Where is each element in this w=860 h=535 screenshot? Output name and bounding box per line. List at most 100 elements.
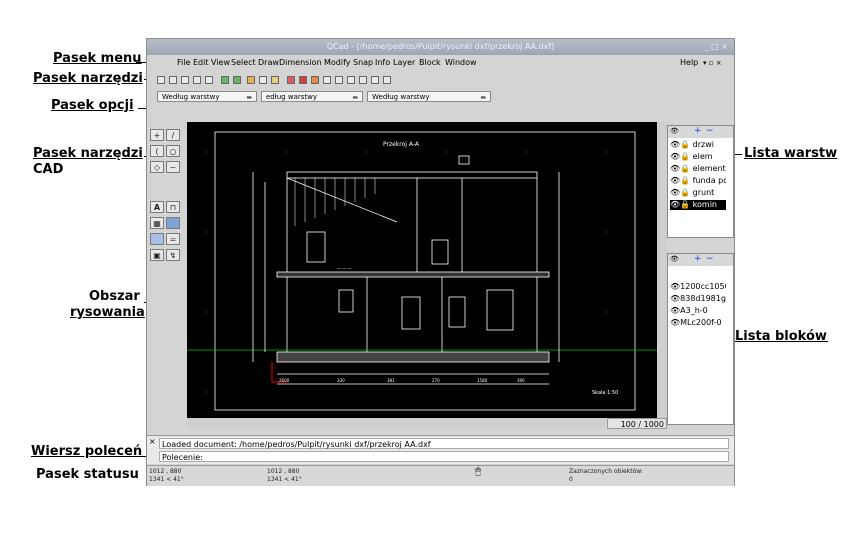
paste-icon[interactable]: [271, 76, 279, 84]
width-combo[interactable]: edług warstwy ▬: [261, 91, 363, 102]
zoom-window-icon[interactable]: [371, 76, 379, 84]
arcs-tool-icon[interactable]: (: [150, 145, 164, 157]
zoom-pan-icon[interactable]: [383, 76, 391, 84]
dim-label: 381: [387, 378, 395, 383]
layer-item[interactable]: 👁🔒 element:: [670, 164, 726, 174]
layer-item[interactable]: 👁🔒 funda po: [670, 176, 726, 186]
window-title: QCad - [/home/pedros/Pulpit/rysunki dxf/…: [326, 42, 555, 51]
zoom-auto-icon[interactable]: [347, 76, 355, 84]
text-tool-icon[interactable]: A: [150, 201, 164, 213]
annotation-status-bar: Pasek statusu: [36, 467, 139, 482]
dim-label: 330: [337, 378, 345, 383]
menu-dimension[interactable]: Dimension: [279, 55, 322, 71]
block-item[interactable]: 👁1200cc1050-0: [670, 282, 726, 292]
layer-item[interactable]: 👁🔒 elem: [670, 152, 726, 162]
menu-view[interactable]: View: [211, 55, 230, 71]
mdi-controls[interactable]: ▾ ▫ ×: [703, 55, 722, 71]
add-layer-icon[interactable]: +: [694, 126, 702, 136]
block-item[interactable]: 👁838d1981g2-0: [670, 294, 726, 304]
menu-block[interactable]: Block: [419, 55, 441, 71]
block-list-panel: 👁 + − 👁1200cc1050-0 👁838d1981g2-0 👁A3_h-…: [667, 253, 734, 425]
print-icon[interactable]: [193, 76, 201, 84]
menu-modify[interactable]: Modify: [324, 55, 351, 71]
open-file-icon[interactable]: [169, 76, 177, 84]
print-preview-icon[interactable]: [205, 76, 213, 84]
menu-help[interactable]: Help: [680, 55, 698, 71]
new-file-icon[interactable]: [157, 76, 165, 84]
zoom-out-icon[interactable]: [335, 76, 343, 84]
show-all-icon[interactable]: 👁: [670, 255, 679, 263]
annotation-cad-toolbar-2: CAD: [33, 162, 64, 177]
hatch-tool-icon[interactable]: ▦: [150, 217, 164, 229]
menu-select[interactable]: Select: [231, 55, 256, 71]
block-name: 1200cc1050-0: [680, 282, 726, 291]
info-tool-icon[interactable]: ↯: [166, 249, 180, 261]
cut-icon[interactable]: [247, 76, 255, 84]
points-tool-icon[interactable]: +: [150, 129, 164, 141]
block-tool-icon[interactable]: [150, 233, 164, 245]
mouse-icon: 🖱: [475, 466, 481, 477]
ellipses-tool-icon[interactable]: ◇: [150, 161, 164, 173]
remove-layer-icon[interactable]: −: [706, 126, 714, 136]
zoom-previous-icon[interactable]: [359, 76, 367, 84]
lines-tool-icon[interactable]: /: [166, 129, 180, 141]
qcad-window: QCad - [/home/pedros/Pulpit/rysunki dxf/…: [146, 38, 735, 486]
menu-file[interactable]: File: [177, 55, 190, 71]
dimension-tool-icon[interactable]: ⊓: [166, 201, 180, 213]
horizontal-scrollbar[interactable]: [187, 418, 605, 428]
menu-layer[interactable]: Layer: [393, 55, 415, 71]
window-controls[interactable]: _ □ ×: [705, 39, 728, 55]
grid-icon[interactable]: [287, 76, 295, 84]
layer-item-selected[interactable]: 👁🔒 komin: [670, 200, 726, 210]
block-item[interactable]: 👁MLc200f-0: [670, 318, 726, 328]
menu-draw[interactable]: Draw: [258, 55, 279, 71]
block-list-toolbar: 👁 + −: [668, 254, 733, 266]
menu-info[interactable]: Info: [375, 55, 390, 71]
layer-name: komin: [692, 200, 717, 209]
layer-list-toolbar: 👁 + −: [668, 126, 733, 138]
redraw-icon[interactable]: [311, 76, 319, 84]
annotation-options-bar: Pasek opcji: [51, 98, 134, 113]
save-icon[interactable]: [181, 76, 189, 84]
menu-edit[interactable]: Edit: [193, 55, 209, 71]
color-combo[interactable]: Według warstwy ▬: [157, 91, 257, 102]
block-item[interactable]: 👁A3_h-0: [670, 306, 726, 316]
vertical-scrollbar[interactable]: [657, 122, 667, 418]
dim-label: 1580: [477, 378, 488, 383]
relative-coordinates: 1012 , 880: [267, 468, 300, 475]
scale-label: Skala 1:50: [592, 390, 618, 396]
chevron-down-icon: ▬: [352, 94, 358, 101]
add-block-icon[interactable]: +: [694, 254, 702, 264]
color-combo-value: Według warstwy: [162, 93, 220, 101]
layer-item[interactable]: 👁🔒 grunt: [670, 188, 726, 198]
command-input[interactable]: Polecenie:: [159, 451, 729, 462]
chevron-down-icon: ▬: [480, 94, 486, 101]
linetype-combo[interactable]: Według warstwy ▬: [367, 91, 491, 102]
menu-window[interactable]: Window: [445, 55, 477, 71]
circles-tool-icon[interactable]: ○: [166, 145, 180, 157]
selected-objects-count: 0: [569, 476, 573, 483]
draft-icon[interactable]: [299, 76, 307, 84]
splines-tool-icon[interactable]: ~: [166, 161, 180, 173]
zoom-in-icon[interactable]: [323, 76, 331, 84]
annotation-drawing-area: Obszar: [89, 289, 140, 304]
snap-tool-icon[interactable]: ▣: [150, 249, 164, 261]
layer-list-panel: 👁 + − 👁🔒 drzwi 👁🔒 elem 👁🔒 element: 👁🔒 fu…: [667, 125, 734, 238]
annotation-toolbar: Pasek narzędzi: [33, 71, 143, 86]
drawing-area[interactable]: Przekroj A-A — — — 2600 330 381 270 1580…: [187, 122, 657, 418]
redo-icon[interactable]: [233, 76, 241, 84]
block-name: A3_h-0: [680, 306, 708, 315]
zoom-indicator: 100 / 1000: [607, 418, 667, 429]
close-icon[interactable]: ×: [149, 437, 156, 446]
remove-block-icon[interactable]: −: [706, 254, 714, 264]
show-all-icon[interactable]: 👁: [670, 127, 679, 135]
status-bar: 1012 , 880 1341 < 41° 1012 , 880 1341 < …: [147, 465, 734, 486]
copy-icon[interactable]: [259, 76, 267, 84]
menu-snap[interactable]: Snap: [353, 55, 373, 71]
undo-icon[interactable]: [221, 76, 229, 84]
layer-name: element:: [692, 164, 726, 173]
layer-item[interactable]: 👁🔒 drzwi: [670, 140, 726, 150]
drawing-title: Przekroj A-A: [383, 141, 420, 148]
image-tool-icon[interactable]: [166, 217, 180, 229]
modify-tool-icon[interactable]: =: [166, 233, 180, 245]
